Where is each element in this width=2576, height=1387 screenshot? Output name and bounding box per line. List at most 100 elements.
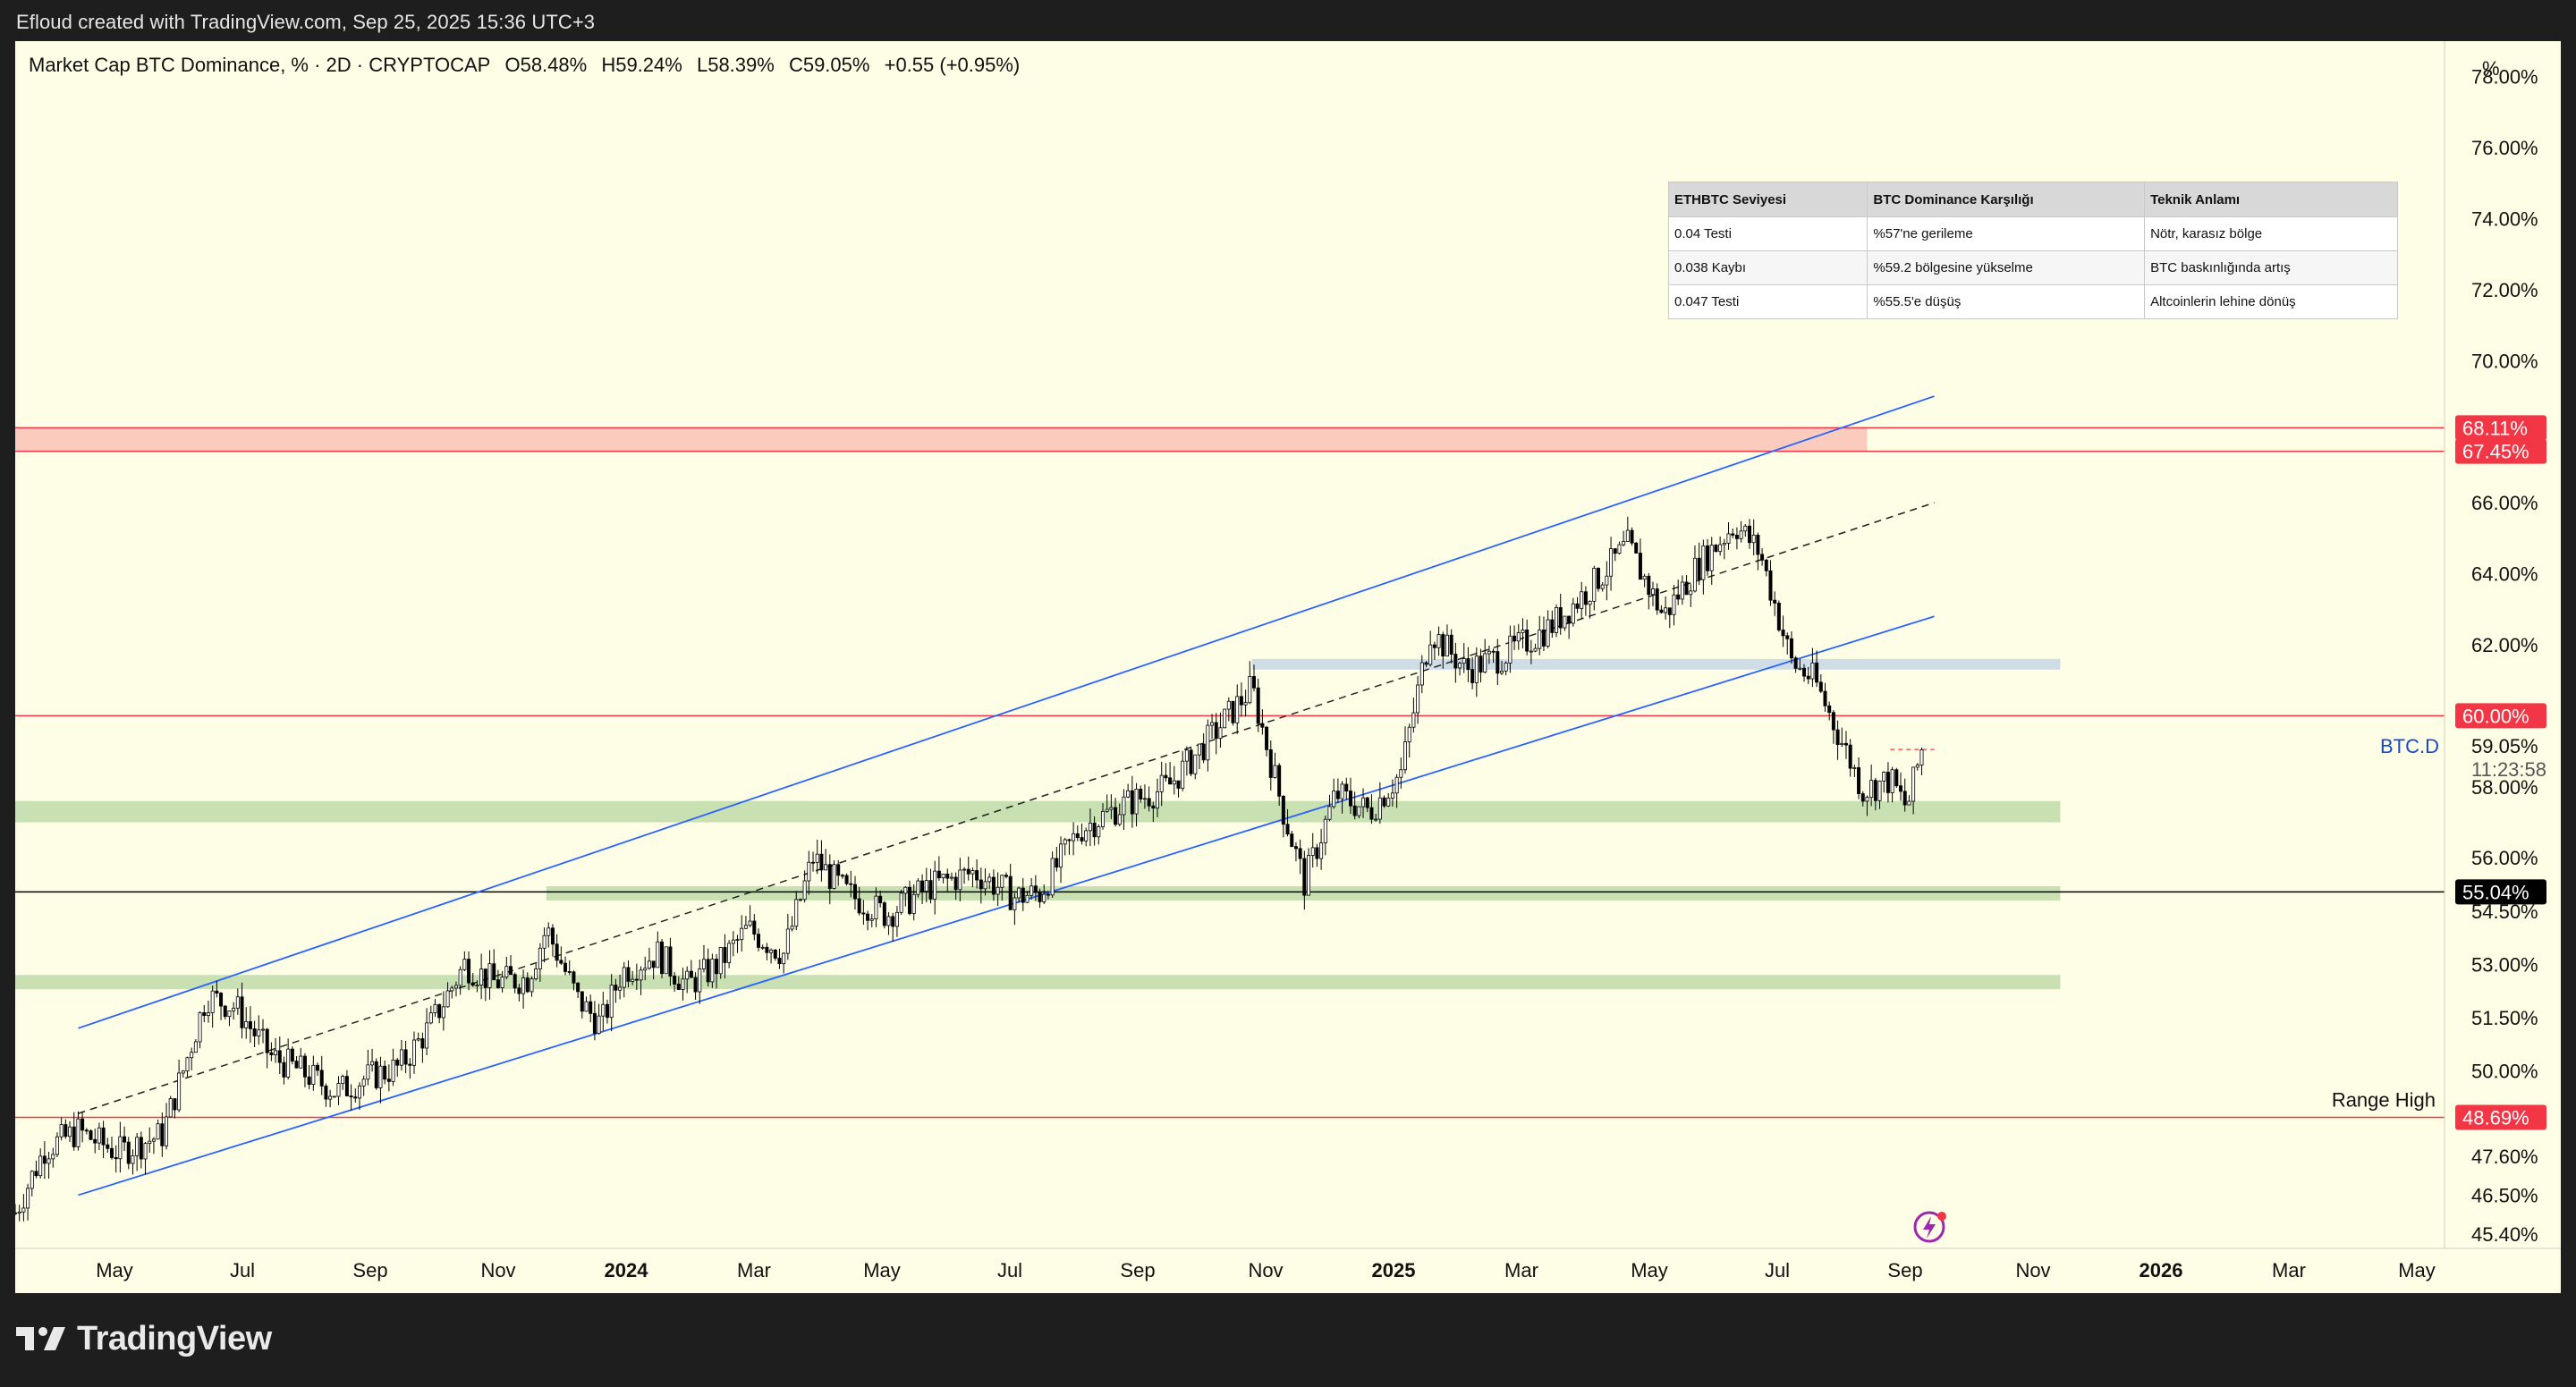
candle-body	[1558, 606, 1563, 629]
candle-body	[84, 1129, 89, 1132]
candle-body	[1818, 681, 1823, 692]
candle-body	[614, 985, 618, 991]
candle-body	[1709, 545, 1714, 571]
candle-body	[202, 1011, 207, 1017]
candle-body	[1773, 599, 1777, 604]
candle-body	[1638, 553, 1642, 580]
candle-body	[517, 987, 521, 994]
candle-body	[1075, 833, 1080, 838]
candle-body	[618, 986, 623, 991]
candle-body	[475, 985, 479, 986]
range-high-label: Range High	[2332, 1088, 2436, 1111]
candle-body	[286, 1048, 291, 1078]
candle-body	[1768, 570, 1773, 601]
candle-body	[1218, 727, 1223, 740]
candle-body	[227, 1011, 232, 1018]
candle-body	[911, 893, 916, 914]
candle-body	[1109, 807, 1114, 810]
candle-body	[126, 1141, 131, 1164]
candle-body	[1168, 777, 1173, 785]
candle-body	[1651, 588, 1656, 596]
candle-body	[1667, 607, 1672, 615]
candle-body	[601, 1003, 606, 1017]
tradingview-logo[interactable]: TradingView	[16, 1315, 272, 1363]
time-tick-label: Nov	[1248, 1259, 1283, 1281]
chart-frame[interactable]: % 78.00% 76.00% 74.00% 72.00% 70.00% 66.00% 64.…	[15, 41, 2561, 1293]
candle-body	[1567, 615, 1572, 624]
candle-body	[15, 1212, 18, 1214]
candle-body	[589, 1001, 593, 1014]
candle-body	[609, 985, 614, 1019]
candle-body	[1126, 790, 1131, 798]
candle-body	[165, 1116, 169, 1146]
candle-body	[1706, 545, 1710, 571]
candle-body	[743, 925, 748, 929]
candle-body	[567, 971, 572, 973]
candle-body	[277, 1050, 282, 1063]
candle-body	[34, 1171, 38, 1177]
time-tick-label: Mar	[737, 1259, 771, 1281]
candle-body	[437, 1003, 442, 1019]
price-marker-label: 48.69%	[2462, 1106, 2529, 1129]
candle-body	[928, 880, 933, 900]
candle-body	[1382, 797, 1386, 807]
candle-body	[1911, 766, 1916, 802]
candle-body	[1462, 657, 1466, 664]
candle-body	[676, 984, 681, 990]
candle-body	[38, 1155, 43, 1177]
candle-body	[1885, 772, 1890, 793]
candle-body	[1860, 793, 1865, 802]
candle-body	[370, 1061, 375, 1066]
candle-body	[210, 990, 215, 1013]
candle-body	[668, 946, 673, 977]
candle-body	[1248, 676, 1252, 704]
table-header-cell: ETHBTC Seviyesi	[1667, 182, 1868, 217]
candle-body	[1521, 630, 1525, 634]
candle-body	[1580, 591, 1584, 609]
candle-body	[1251, 676, 1256, 689]
candle-body	[1117, 814, 1122, 825]
candle-body	[1407, 726, 1411, 742]
candle-body	[1575, 603, 1580, 609]
candle-body	[1323, 818, 1327, 843]
candle-body	[21, 1207, 26, 1213]
green-zone	[15, 800, 2061, 823]
candle-body	[908, 886, 912, 914]
candle-body	[899, 892, 903, 913]
candle-body	[1302, 858, 1307, 896]
candle-body	[760, 946, 765, 949]
candle-body	[416, 1038, 420, 1041]
candle-body	[866, 913, 870, 921]
candle-body	[344, 1076, 349, 1096]
time-tick-label: Sep	[352, 1259, 387, 1281]
candle-body	[1403, 741, 1408, 771]
candle-body	[470, 982, 475, 986]
time-tick-label: Sep	[1887, 1259, 1922, 1281]
candle-body	[59, 1124, 64, 1138]
candle-body	[1377, 797, 1382, 820]
candle-body	[727, 943, 732, 963]
candle-body	[1793, 657, 1798, 669]
candle-body	[1555, 606, 1559, 633]
candle-body	[483, 968, 487, 988]
candle-body	[1496, 651, 1500, 674]
candle-body	[693, 977, 698, 993]
candle-body	[1655, 588, 1659, 611]
candle-body	[123, 1136, 127, 1143]
candle-body	[1281, 795, 1285, 825]
candle-body	[1436, 634, 1441, 648]
price-tick-label: 56.00%	[2471, 847, 2538, 869]
candle-body	[1390, 792, 1394, 799]
candle-body	[101, 1127, 106, 1146]
candle-body	[836, 864, 841, 876]
candle-body	[1348, 791, 1352, 807]
candle-body	[740, 927, 744, 941]
table-cell: %55.5'e düşüş	[1867, 284, 2146, 319]
candle-body	[1000, 875, 1004, 888]
symbol-title[interactable]: Market Cap BTC Dominance, % · 2D · CRYPT…	[29, 54, 490, 76]
table-cell: 0.04 Testi	[1667, 216, 1868, 251]
candle-body	[1848, 744, 1852, 769]
candle-body	[1038, 892, 1042, 902]
candle-body	[1293, 846, 1298, 850]
candle-body	[622, 967, 626, 988]
